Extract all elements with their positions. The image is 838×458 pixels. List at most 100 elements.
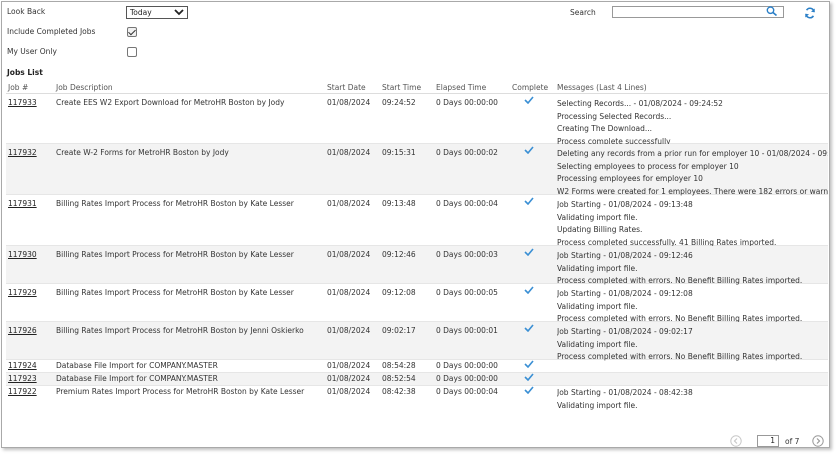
message-line: Validating import file.	[557, 400, 638, 410]
complete-check-icon	[524, 386, 534, 396]
job-id-link[interactable]: 117931	[8, 199, 37, 208]
message-line: Deleting any records from a prior run fo…	[557, 149, 828, 158]
complete-check-icon	[524, 360, 534, 370]
look-back-select[interactable]: Today	[126, 6, 188, 19]
message-line: Selecting employees to process for emplo…	[557, 161, 739, 171]
job-elapsed: 0 Days 00:00:00	[436, 98, 498, 107]
job-start-date: 01/08/2024	[327, 148, 371, 157]
job-description: Create W-2 Forms for MetroHR Boston by J…	[56, 148, 229, 157]
jobs-table: Job # Job Description Start Date Start T…	[6, 80, 828, 414]
message-line: Updating Billing Rates.	[557, 225, 643, 235]
job-elapsed: 0 Days 00:00:01	[436, 326, 498, 335]
job-start-date: 01/08/2024	[327, 387, 371, 396]
col-description: Job Description	[56, 83, 113, 92]
message-line: Job Starting - 01/08/2024 - 09:13:48	[557, 200, 693, 209]
job-id-link[interactable]: 117930	[8, 250, 37, 259]
job-elapsed: 0 Days 00:00:05	[436, 288, 498, 297]
jobs-panel: Look Back Today Include Completed Jobs M…	[1, 1, 830, 448]
prev-page-icon[interactable]	[730, 435, 742, 447]
search-input[interactable]	[612, 6, 784, 18]
table-row: 117929 Billing Rates Import Process for …	[6, 284, 828, 323]
message-line: Validating import file.	[557, 339, 638, 349]
job-start-time: 08:54:28	[382, 361, 416, 370]
message-line: Job Starting - 01/08/2024 - 08:42:38	[557, 388, 693, 397]
table-row: 117933 Create EES W2 Export Download for…	[6, 94, 828, 146]
include-completed-checkbox[interactable]	[127, 27, 137, 37]
message-line: Selecting Records... - 01/08/2024 - 09:2…	[557, 99, 723, 108]
col-start-time: Start Time	[382, 83, 422, 92]
job-messages: Selecting Records... - 01/08/2024 - 09:2…	[557, 98, 828, 148]
job-start-date: 01/08/2024	[327, 250, 371, 259]
job-id-link[interactable]: 117929	[8, 288, 37, 297]
complete-check-icon	[524, 96, 534, 106]
table-row: 117922 Premium Rates Import Process for …	[6, 386, 828, 414]
message-line: Validating import file.	[557, 263, 638, 273]
job-id-link[interactable]: 117932	[8, 148, 37, 157]
refresh-icon[interactable]	[804, 7, 816, 19]
job-elapsed: 0 Days 00:00:03	[436, 250, 498, 259]
job-start-time: 09:12:46	[382, 250, 416, 259]
col-job: Job #	[8, 83, 29, 92]
message-line: Job Starting - 01/08/2024 - 09:12:08	[557, 289, 693, 298]
job-start-time: 09:12:08	[382, 288, 416, 297]
col-messages: Messages (Last 4 Lines)	[557, 83, 647, 92]
job-elapsed: 0 Days 00:00:00	[436, 361, 498, 370]
table-row: 117932 Create W-2 Forms for MetroHR Bost…	[6, 144, 828, 198]
job-description: Database File Import for COMPANY.MASTER	[56, 361, 218, 370]
col-elapsed: Elapsed Time	[436, 83, 487, 92]
job-description: Billing Rates Import Process for MetroHR…	[56, 326, 304, 335]
job-start-date: 01/08/2024	[327, 199, 371, 208]
message-line: Creating The Download...	[557, 124, 653, 134]
job-start-time: 09:02:17	[382, 326, 416, 335]
job-messages: Job Starting - 01/08/2024 - 09:12:46 Val…	[557, 250, 828, 288]
job-start-date: 01/08/2024	[327, 374, 371, 383]
job-id-link[interactable]: 117923	[8, 374, 37, 383]
table-row: 117930 Billing Rates Import Process for …	[6, 246, 828, 285]
col-start-date: Start Date	[327, 83, 366, 92]
col-complete: Complete	[512, 83, 549, 92]
complete-check-icon	[524, 146, 534, 156]
job-messages: Deleting any records from a prior run fo…	[557, 148, 828, 198]
message-line: Processing Selected Records...	[557, 111, 672, 121]
look-back-value: Today	[130, 8, 152, 17]
my-user-only-checkbox[interactable]	[127, 47, 137, 57]
job-description: Premium Rates Import Process for MetroHR…	[56, 387, 305, 396]
complete-check-icon	[524, 286, 534, 296]
message-line: Job Starting - 01/08/2024 - 09:12:46	[557, 251, 693, 260]
job-start-date: 01/08/2024	[327, 288, 371, 297]
job-start-time: 09:13:48	[382, 199, 416, 208]
job-start-date: 01/08/2024	[327, 361, 371, 370]
job-id-link[interactable]: 117933	[8, 98, 37, 107]
job-description: Billing Rates Import Process for MetroHR…	[56, 288, 294, 297]
job-description: Billing Rates Import Process for MetroHR…	[56, 199, 294, 208]
job-description: Billing Rates Import Process for MetroHR…	[56, 250, 294, 259]
search-icon[interactable]	[766, 6, 778, 16]
table-row: 117926 Billing Rates Import Process for …	[6, 322, 828, 361]
job-id-link[interactable]: 117922	[8, 387, 37, 396]
job-messages: Job Starting - 01/08/2024 - 09:13:48 Val…	[557, 199, 828, 249]
job-start-date: 01/08/2024	[327, 98, 371, 107]
job-start-time: 09:15:31	[382, 148, 416, 157]
jobs-list-title: Jobs List	[7, 68, 43, 77]
look-back-label: Look Back	[7, 7, 46, 16]
job-start-time: 09:24:52	[382, 98, 416, 107]
job-id-link[interactable]: 117926	[8, 326, 37, 335]
message-line: Validating import file.	[557, 301, 638, 311]
job-messages: Job Starting - 01/08/2024 - 08:42:38 Val…	[557, 387, 828, 412]
job-start-time: 08:42:38	[382, 387, 416, 396]
table-header: Job # Job Description Start Date Start T…	[6, 80, 828, 94]
message-line: Validating import file.	[557, 212, 638, 222]
job-elapsed: 0 Days 00:00:04	[436, 199, 498, 208]
job-description: Create EES W2 Export Download for MetroH…	[56, 98, 285, 107]
page-count: of 7	[785, 437, 800, 446]
my-user-only-label: My User Only	[7, 47, 57, 56]
complete-check-icon	[524, 373, 534, 383]
next-page-icon[interactable]	[812, 435, 824, 447]
job-messages: Job Starting - 01/08/2024 - 09:02:17 Val…	[557, 326, 828, 364]
chevron-down-icon	[174, 9, 184, 16]
job-elapsed: 0 Days 00:00:02	[436, 148, 498, 157]
job-id-link[interactable]: 117924	[8, 361, 37, 370]
search-label: Search	[570, 8, 596, 17]
page-number-input[interactable]: 1	[757, 435, 779, 447]
complete-check-icon	[524, 197, 534, 207]
